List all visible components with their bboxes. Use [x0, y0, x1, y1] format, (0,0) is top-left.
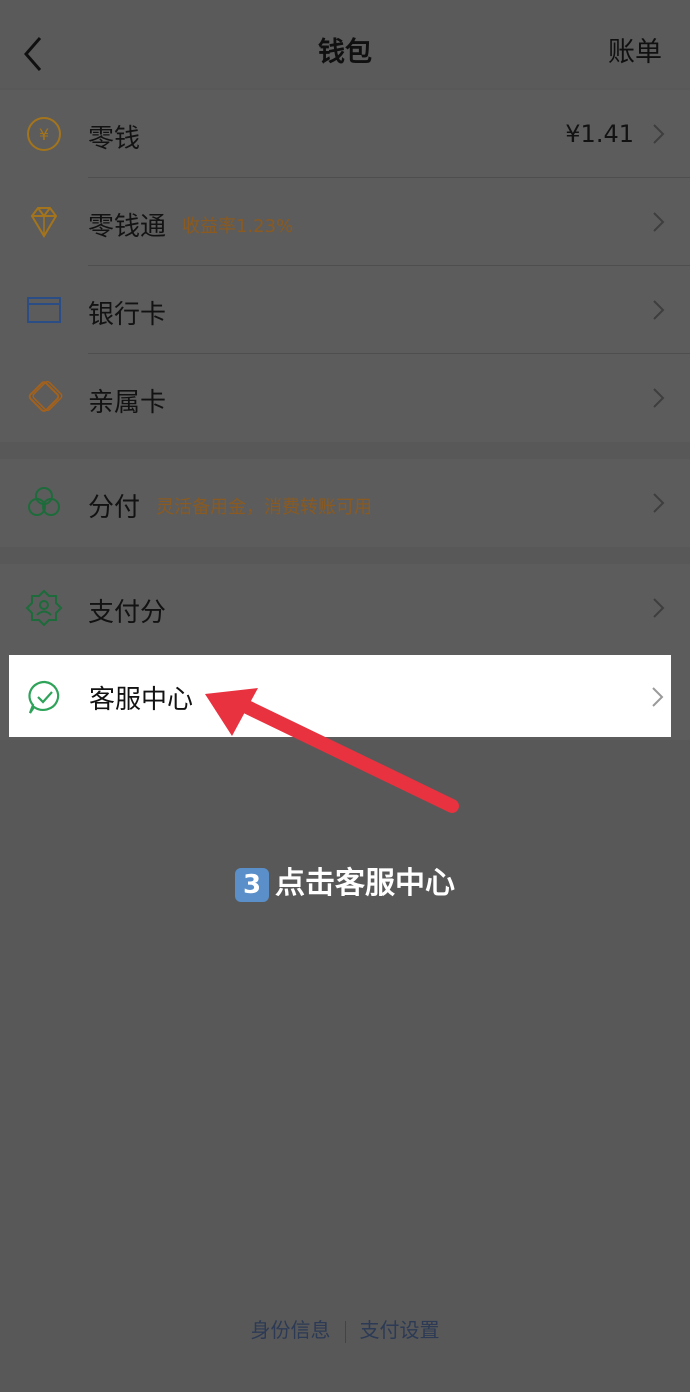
wallet-group-2: 分付 灵活备用金，消费转账可用: [0, 459, 690, 547]
footer-links: 身份信息 支付设置: [0, 1314, 690, 1343]
score-badge-icon: [25, 589, 63, 627]
installment-promo: 灵活备用金，消费转账可用: [156, 497, 372, 518]
instruction-annotation: 3 点击客服中心: [0, 858, 690, 902]
chevron-right-icon: [652, 687, 664, 707]
row-label: 零钱: [88, 124, 141, 154]
footer-separator: [344, 1320, 346, 1343]
chevron-right-icon: [653, 388, 665, 408]
row-change-plus[interactable]: 零钱通 收益率1.23%: [0, 178, 690, 266]
coin-yen-icon: ¥: [27, 117, 61, 151]
chevron-right-icon: [653, 124, 665, 144]
chevron-right-icon: [653, 598, 665, 618]
bill-link[interactable]: 账单: [608, 30, 662, 69]
customer-service-icon: [28, 680, 60, 714]
row-change[interactable]: ¥ 零钱 ¥1.41: [0, 90, 690, 178]
instruction-text: 点击客服中心: [275, 866, 455, 901]
chevron-right-icon: [653, 212, 665, 232]
wallet-group-1: ¥ 零钱 ¥1.41 零钱通 收益率1.23% 银行卡 亲属卡: [0, 90, 690, 442]
row-family-card[interactable]: 亲属卡: [0, 354, 690, 442]
bank-card-icon: [27, 297, 61, 323]
row-pay-score[interactable]: 支付分: [0, 564, 690, 652]
nav-bar: 钱包 账单: [0, 0, 690, 88]
row-label: 客服中心: [89, 685, 194, 715]
row-installment[interactable]: 分付 灵活备用金，消费转账可用: [0, 459, 690, 547]
row-label: 分付: [88, 493, 141, 523]
step-number-badge: 3: [235, 867, 269, 902]
chevron-right-icon: [653, 493, 665, 513]
row-label: 银行卡: [88, 300, 167, 330]
chevron-right-icon: [653, 300, 665, 320]
row-label: 亲属卡: [88, 388, 167, 418]
row-label: 支付分: [88, 598, 167, 628]
clover-icon: [28, 487, 60, 516]
row-label: 零钱通: [88, 212, 167, 242]
row-customer-service[interactable]: 客服中心: [9, 655, 671, 737]
svg-text:¥: ¥: [39, 125, 49, 144]
row-bank-card[interactable]: 银行卡: [0, 266, 690, 354]
page-title: 钱包: [318, 37, 372, 68]
identity-info-link[interactable]: 身份信息: [251, 1318, 331, 1342]
yield-rate: 收益率1.23%: [182, 216, 294, 237]
pay-settings-link[interactable]: 支付设置: [360, 1318, 440, 1342]
balance-value: ¥1.41: [565, 120, 634, 148]
family-card-icon: [28, 380, 63, 412]
diamond-icon: [30, 207, 58, 238]
